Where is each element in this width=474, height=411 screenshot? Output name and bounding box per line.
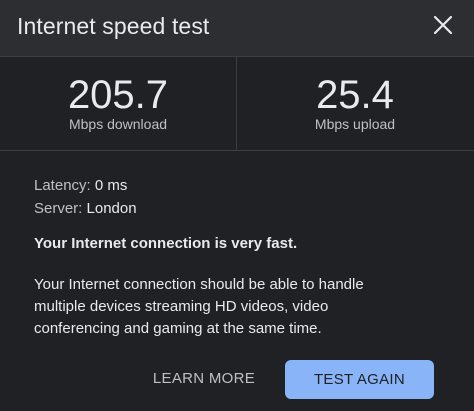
server-row: Server: London: [34, 197, 137, 220]
server-label: Server:: [34, 200, 83, 217]
close-icon: [433, 15, 453, 35]
download-speed-unit: Mbps download: [68, 116, 168, 132]
connection-description: Your Internet connection should be able …: [34, 274, 444, 340]
test-again-button[interactable]: TEST AGAIN: [285, 360, 434, 399]
latency-row: Latency: 0 ms: [34, 174, 137, 197]
dialog-header: Internet speed test: [0, 0, 474, 56]
description-line: multiple devices streaming HD videos, vi…: [34, 298, 329, 315]
metrics-divider: [236, 57, 237, 150]
download-metric: 205.7 Mbps download: [0, 57, 236, 150]
description-line: conferencing and gaming at the same time…: [34, 320, 322, 337]
speed-test-dialog: Internet speed test 205.7 Mbps download …: [0, 0, 474, 411]
dialog-title: Internet speed test: [17, 13, 210, 39]
metrics-bottom-divider: [0, 150, 474, 151]
learn-more-button[interactable]: LEARN MORE: [144, 360, 264, 398]
connection-details: Latency: 0 ms Server: London: [34, 174, 137, 220]
latency-label: Latency:: [34, 177, 91, 194]
server-value: London: [86, 200, 137, 217]
upload-speed-unit: Mbps upload: [314, 116, 396, 132]
description-line: Your Internet connection should be able …: [34, 276, 364, 293]
speed-metrics: 205.7 Mbps download 25.4 Mbps upload: [0, 57, 474, 150]
download-speed-value: 205.7: [67, 73, 169, 117]
upload-metric: 25.4 Mbps upload: [237, 57, 473, 150]
latency-value: 0 ms: [94, 177, 128, 194]
connection-summary: Your Internet connection is very fast.: [34, 235, 298, 252]
close-button[interactable]: [428, 10, 458, 40]
upload-speed-value: 25.4: [316, 73, 394, 117]
